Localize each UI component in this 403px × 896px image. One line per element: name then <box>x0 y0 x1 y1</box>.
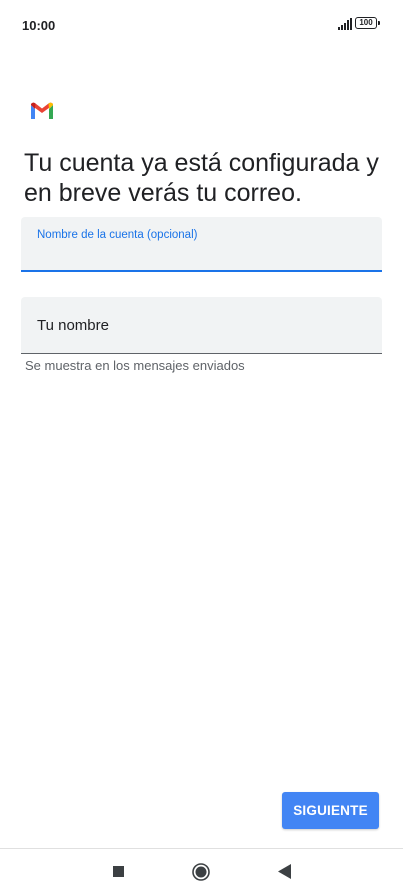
status-bar: 10:00 100 <box>0 0 403 50</box>
signal-icon <box>338 18 352 30</box>
home-icon[interactable] <box>192 863 210 881</box>
nav-divider <box>0 848 403 849</box>
your-name-placeholder: Tu nombre <box>37 317 109 334</box>
back-icon[interactable] <box>278 864 291 879</box>
battery-tip <box>378 21 380 25</box>
your-name-helper-text: Se muestra en los mensajes enviados <box>25 358 245 373</box>
status-time: 10:00 <box>22 18 56 33</box>
recents-icon[interactable] <box>113 866 124 877</box>
gmail-logo-icon <box>31 102 53 119</box>
battery-icon: 100 <box>355 17 381 31</box>
account-name-label: Nombre de la cuenta (opcional) <box>37 229 198 241</box>
account-name-field[interactable]: Nombre de la cuenta (opcional) <box>21 217 382 272</box>
your-name-field[interactable]: Tu nombre <box>21 297 382 354</box>
next-button[interactable]: SIGUIENTE <box>282 792 379 829</box>
page-title: Tu cuenta ya está configurada y en breve… <box>24 149 379 207</box>
battery-level: 100 <box>355 17 377 29</box>
